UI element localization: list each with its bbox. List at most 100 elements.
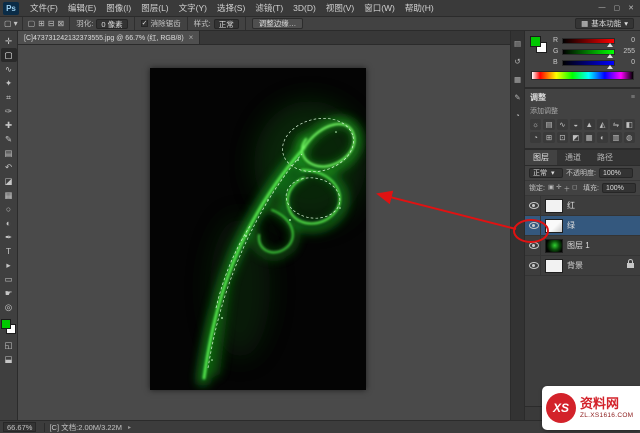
menu-type[interactable]: 文字(Y) — [174, 0, 212, 17]
layer-name[interactable]: 绿 — [567, 220, 575, 231]
quick-mask-icon[interactable]: ◱ — [1, 338, 17, 352]
zoom-tool[interactable]: ◎ — [1, 300, 17, 314]
lock-all-icon[interactable]: ◻ — [572, 183, 577, 193]
healing-brush-tool[interactable]: ✚ — [1, 118, 17, 132]
blue-value[interactable]: 0 — [619, 59, 635, 66]
invert-icon[interactable]: ◩ — [570, 132, 582, 143]
dodge-tool[interactable]: ◐ — [1, 216, 17, 230]
subtract-selection-icon[interactable]: ⊟ — [48, 19, 55, 28]
lasso-tool[interactable]: ∿ — [1, 62, 17, 76]
document-tab[interactable]: [C]473731242132373555.jpg @ 66.7% (红, RG… — [18, 31, 201, 44]
foreground-color-swatch[interactable] — [1, 319, 11, 329]
eraser-tool[interactable]: ◪ — [1, 174, 17, 188]
menu-file[interactable]: 文件(F) — [25, 0, 63, 17]
brush-panel-icon[interactable]: ✎ — [514, 93, 520, 102]
tab-paths[interactable]: 路径 — [589, 150, 621, 165]
tab-channels[interactable]: 通道 — [557, 150, 589, 165]
threshold-icon[interactable]: ◐ — [596, 132, 609, 143]
style-select[interactable]: 正常 — [213, 18, 239, 29]
status-options-arrow[interactable]: ▸ — [128, 424, 131, 431]
marquee-tool[interactable]: ▢ — [0, 48, 17, 62]
clone-stamp-tool[interactable]: ▤ — [1, 146, 17, 160]
tool-preset-picker[interactable]: ▢ ▾ — [0, 17, 23, 30]
brush-tool[interactable]: ✎ — [1, 132, 17, 146]
red-value[interactable]: 0 — [619, 37, 635, 44]
photo-filter-icon[interactable]: ◔ — [530, 132, 542, 143]
lock-pixels-icon[interactable]: ＋ — [564, 183, 571, 193]
gradient-tool[interactable]: ▦ — [1, 188, 17, 202]
brightness-contrast-icon[interactable]: ☼ — [530, 119, 542, 130]
color-spectrum-ramp[interactable] — [531, 71, 634, 80]
layer-row-background[interactable]: 背景 — [525, 256, 640, 276]
curves-icon[interactable]: ∿ — [556, 119, 569, 130]
green-value[interactable]: 255 — [619, 48, 635, 55]
visibility-eye-icon[interactable] — [528, 222, 539, 229]
info-panel-icon[interactable]: ◔ — [515, 111, 520, 120]
menu-filter[interactable]: 滤镜(T) — [250, 0, 288, 17]
tab-close-icon[interactable]: × — [189, 33, 194, 42]
layer-thumbnail[interactable] — [545, 238, 563, 253]
green-slider[interactable] — [562, 48, 615, 58]
blue-slider[interactable] — [561, 59, 615, 69]
tab-layers[interactable]: 图层 — [525, 150, 557, 165]
zoom-level-input[interactable]: 66.67% — [3, 422, 37, 432]
history-panel-icon[interactable]: ↺ — [514, 57, 520, 66]
properties-panel-icon[interactable]: ▤ — [514, 39, 521, 48]
layer-row-red[interactable]: 红 — [525, 196, 640, 216]
visibility-eye-icon[interactable] — [528, 202, 539, 209]
selective-color-icon[interactable]: ◍ — [623, 132, 635, 143]
crop-tool[interactable]: ⌗ — [1, 90, 17, 104]
layer-name[interactable]: 背景 — [567, 260, 583, 271]
lock-position-icon[interactable]: ✛ — [556, 183, 561, 193]
red-slider[interactable] — [562, 37, 615, 47]
move-tool[interactable]: ✛ — [1, 34, 17, 48]
add-selection-icon[interactable]: ⊞ — [38, 19, 45, 28]
menu-help[interactable]: 帮助(H) — [400, 0, 439, 17]
minimize-button[interactable]: — — [599, 4, 606, 12]
lock-transparency-icon[interactable]: ▣ — [548, 183, 554, 193]
eyedropper-tool[interactable]: ✑ — [1, 104, 17, 118]
layer-name[interactable]: 图层 1 — [567, 240, 590, 251]
pen-tool[interactable]: ✒ — [1, 230, 17, 244]
color-swatches[interactable] — [1, 319, 16, 334]
panel-color-swatches[interactable] — [530, 36, 547, 53]
panel-menu-icon[interactable]: ≡ — [631, 94, 635, 101]
antialias-checkbox[interactable] — [140, 19, 148, 27]
visibility-eye-icon[interactable] — [528, 262, 539, 269]
vibrance-icon[interactable]: ▲ — [583, 119, 595, 130]
shape-tool[interactable]: ▭ — [1, 272, 17, 286]
layer-row-green[interactable]: 绿 — [525, 216, 640, 236]
layer-thumbnail[interactable] — [545, 198, 563, 213]
feather-input[interactable]: 0 像素 — [96, 18, 128, 29]
layer-row-layer1[interactable]: 图层 1 — [525, 236, 640, 256]
history-brush-tool[interactable]: ↶ — [1, 160, 17, 174]
workspace-switcher[interactable]: ▦ 基本功能 ▾ — [575, 18, 634, 29]
menu-image[interactable]: 图像(I) — [101, 0, 136, 17]
menu-view[interactable]: 视图(V) — [321, 0, 359, 17]
layer-thumbnail[interactable] — [545, 218, 563, 233]
fill-input[interactable]: 100% — [602, 183, 636, 193]
channel-mixer-icon[interactable]: ⊞ — [543, 132, 555, 143]
menu-layer[interactable]: 图层(L) — [136, 0, 173, 17]
menu-select[interactable]: 选择(S) — [212, 0, 250, 17]
screen-mode-icon[interactable]: ⬓ — [1, 352, 17, 366]
hand-tool[interactable]: ☛ — [1, 286, 17, 300]
swatches-panel-icon[interactable]: ▦ — [514, 75, 521, 84]
path-select-tool[interactable]: ▸ — [1, 258, 17, 272]
type-tool[interactable]: T — [1, 244, 17, 258]
close-button[interactable]: ✕ — [628, 4, 634, 12]
restore-button[interactable]: ▢ — [614, 4, 621, 12]
posterize-icon[interactable]: ▦ — [583, 132, 595, 143]
menu-3d[interactable]: 3D(D) — [288, 0, 321, 17]
black-white-icon[interactable]: ◧ — [623, 119, 635, 130]
canvas-area[interactable] — [18, 45, 510, 420]
quick-select-tool[interactable]: ✦ — [1, 76, 17, 90]
blend-mode-select[interactable]: 正常 ▾ — [529, 168, 563, 178]
menu-edit[interactable]: 编辑(E) — [63, 0, 101, 17]
panel-foreground-swatch[interactable] — [530, 36, 541, 47]
exposure-icon[interactable]: ◒ — [570, 119, 582, 130]
visibility-eye-icon[interactable] — [528, 242, 539, 249]
levels-icon[interactable]: ▤ — [543, 119, 555, 130]
layer-thumbnail[interactable] — [545, 258, 563, 273]
gradient-map-icon[interactable]: ▥ — [610, 132, 622, 143]
